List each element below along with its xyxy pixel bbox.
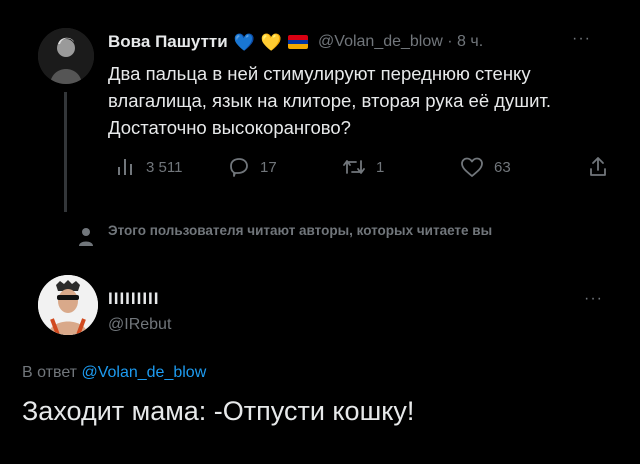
meta-separator: · <box>447 33 453 50</box>
share-icon <box>590 157 606 176</box>
replies-count: 17 <box>260 158 277 176</box>
author-name[interactable]: Вова Пашутти <box>108 32 228 52</box>
likes-count: 63 <box>494 158 511 176</box>
like-button[interactable]: 63 <box>460 152 511 182</box>
reply-more-options-icon[interactable]: ··· <box>584 290 603 308</box>
reply-author-handle[interactable]: @IRebut <box>108 316 171 334</box>
share-button[interactable] <box>588 152 608 182</box>
reply-prefix: В ответ <box>22 364 78 381</box>
like-icon <box>461 157 483 177</box>
tweet-header: Вова Пашутти 💙 💛 @Volan_de_blow · 8 ч. <box>108 30 483 54</box>
views-button[interactable]: 3 511 <box>116 152 182 182</box>
reply-text: Заходит мама: -Отпусти кошку! <box>22 396 415 426</box>
retweets-count: 1 <box>376 158 385 176</box>
yellow-heart-emoji: 💛 <box>260 32 283 52</box>
blue-heart-emoji: 💙 <box>233 32 255 52</box>
retweet-icon <box>343 160 365 174</box>
views-count: 3 511 <box>146 158 183 176</box>
reply-author-avatar[interactable] <box>38 275 98 335</box>
tweet-time[interactable]: 8 ч. <box>457 33 483 50</box>
thread-line <box>64 92 67 212</box>
retweet-button[interactable]: 1 <box>342 152 384 182</box>
reply-to-link[interactable]: @Volan_de_blow <box>81 364 206 381</box>
armenia-flag-icon <box>288 35 309 49</box>
more-options-icon[interactable]: ··· <box>572 30 591 48</box>
reply-author-name[interactable]: IIIIIIIII <box>108 289 160 309</box>
replying-to: В ответ @Volan_de_blow <box>22 364 206 382</box>
author-handle-time[interactable]: @Volan_de_blow · 8 ч. <box>318 33 483 51</box>
author-handle[interactable]: @Volan_de_blow <box>318 33 443 50</box>
views-icon <box>118 159 132 175</box>
reply-icon <box>230 158 248 177</box>
tweet-text: Два пальца в ней стимулируют переднюю ст… <box>108 63 552 138</box>
reply-button[interactable]: 17 <box>228 152 277 182</box>
follow-note: Этого пользователя читают авторы, которы… <box>108 223 493 238</box>
author-avatar[interactable] <box>38 28 94 84</box>
follow-note-icon <box>79 228 93 246</box>
